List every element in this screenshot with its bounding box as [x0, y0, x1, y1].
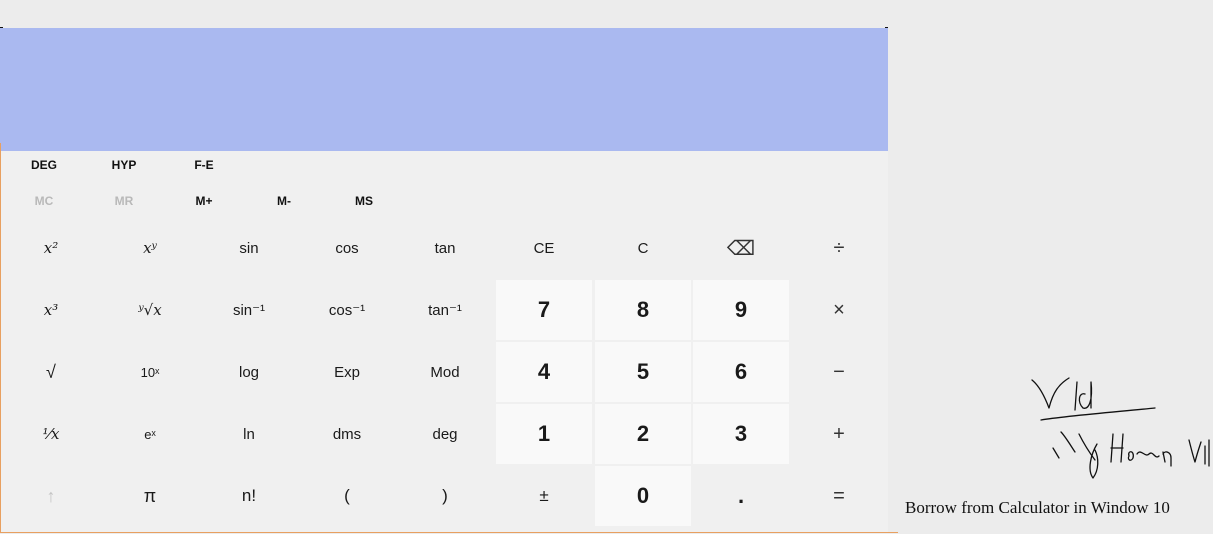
negate-button[interactable]: ± [496, 466, 592, 526]
arctan-button[interactable]: tan⁻¹ [397, 280, 493, 340]
dms-button[interactable]: dms [299, 404, 395, 464]
e-power-button[interactable]: eˣ [102, 404, 198, 464]
open-paren-button[interactable]: ( [299, 466, 395, 526]
divide-button[interactable]: ÷ [791, 218, 887, 278]
yroot-button[interactable]: ʸ√x [102, 280, 198, 340]
calculator-window: DEG HYP F-E MC MR M+ M- MS x² xʸ sin cos… [0, 28, 888, 532]
memory-clear-button[interactable]: MC [35, 194, 54, 208]
pi-button[interactable]: π [102, 466, 198, 526]
window-left-border [0, 143, 1, 533]
memory-recall-button[interactable]: MR [115, 194, 134, 208]
keypad: x² xʸ sin cos tan CE C ⌫ ÷ x³ ʸ√x sin⁻¹ … [3, 218, 888, 530]
digit-9-button[interactable]: 9 [693, 280, 789, 340]
clear-button[interactable]: C [595, 218, 691, 278]
digit-4-button[interactable]: 4 [496, 342, 592, 402]
calculator-display [0, 28, 888, 151]
ten-power-button[interactable]: 10ˣ [102, 342, 198, 402]
plus-button[interactable]: + [791, 404, 887, 464]
digit-8-button[interactable]: 8 [595, 280, 691, 340]
backspace-icon[interactable]: ⌫ [693, 218, 789, 278]
deg-mode-button[interactable]: DEG [31, 158, 57, 172]
factorial-button[interactable]: n! [201, 466, 297, 526]
digit-1-button[interactable]: 1 [496, 404, 592, 464]
mod-button[interactable]: Mod [397, 342, 493, 402]
sin-button[interactable]: sin [201, 218, 297, 278]
digit-3-button[interactable]: 3 [693, 404, 789, 464]
clear-entry-button[interactable]: CE [496, 218, 592, 278]
window-bottom-border [0, 532, 898, 533]
memory-add-button[interactable]: M+ [195, 194, 212, 208]
power-button[interactable]: xʸ [102, 218, 198, 278]
digit-5-button[interactable]: 5 [595, 342, 691, 402]
cube-button[interactable]: x³ [3, 280, 99, 340]
reciprocal-button[interactable]: ⅟x [3, 404, 99, 464]
minus-button[interactable]: − [791, 342, 887, 402]
digit-6-button[interactable]: 6 [693, 342, 789, 402]
deg-button[interactable]: deg [397, 404, 493, 464]
digit-7-button[interactable]: 7 [496, 280, 592, 340]
hyp-button[interactable]: HYP [112, 158, 137, 172]
handwritten-signature [1031, 377, 1210, 479]
multiply-button[interactable]: × [791, 280, 887, 340]
tan-button[interactable]: tan [397, 218, 493, 278]
digit-2-button[interactable]: 2 [595, 404, 691, 464]
exp-button[interactable]: Exp [299, 342, 395, 402]
memory-row: MC MR M+ M- MS [0, 186, 888, 218]
mode-row: DEG HYP F-E [0, 150, 888, 186]
equals-button[interactable]: = [791, 466, 887, 526]
close-paren-button[interactable]: ) [397, 466, 493, 526]
attribution-note: Borrow from Calculator in Window 10 [905, 498, 1170, 517]
shift-arrow-icon[interactable]: ↑ [3, 466, 99, 526]
fe-button[interactable]: F-E [194, 158, 213, 172]
arcsin-button[interactable]: sin⁻¹ [201, 280, 297, 340]
arccos-button[interactable]: cos⁻¹ [299, 280, 395, 340]
memory-subtract-button[interactable]: M- [277, 194, 291, 208]
ln-button[interactable]: ln [201, 404, 297, 464]
digit-0-button[interactable]: 0 [595, 466, 691, 526]
square-button[interactable]: x² [3, 218, 99, 278]
memory-store-button[interactable]: MS [355, 194, 373, 208]
decimal-button[interactable]: . [693, 466, 789, 526]
log-button[interactable]: log [201, 342, 297, 402]
cos-button[interactable]: cos [299, 218, 395, 278]
sqrt-button[interactable]: √ [3, 342, 99, 402]
